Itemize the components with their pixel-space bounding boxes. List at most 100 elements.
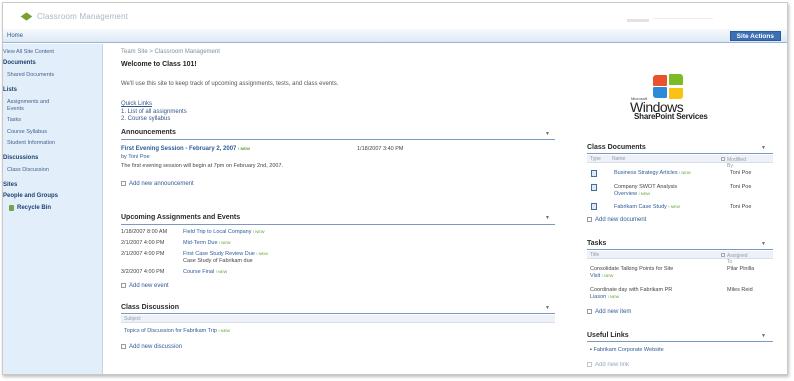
nav-heading-lists[interactable]: Lists <box>3 87 17 93</box>
site-title[interactable]: Classroom Management <box>37 12 128 21</box>
useful-link-item[interactable]: ▪ Fabrikam Corporate Website <box>590 347 664 353</box>
view-all-content-link[interactable]: View All Site Content <box>3 49 54 55</box>
document-name-text[interactable]: Company SWOT Analysis <box>614 184 677 190</box>
add-discussion-label[interactable]: Add new discussion <box>129 344 182 350</box>
event-title-text[interactable]: First Case Study Review Due <box>183 251 255 257</box>
new-badge: ! NEW <box>638 191 651 196</box>
event-title-text[interactable]: Field Trip to Local Company <box>183 229 251 235</box>
event-title-text[interactable]: Mid-Term Due <box>183 240 218 246</box>
word-document-icon[interactable] <box>591 170 597 177</box>
document-name-text[interactable]: Fabrikam Case Study <box>614 204 667 210</box>
sidebar-item-assignments[interactable]: Assignments and <box>7 99 49 105</box>
tab-home[interactable]: Home <box>7 33 23 39</box>
add-document-link[interactable]: Add new document <box>587 217 646 223</box>
sidebar-item-shared-documents[interactable]: Shared Documents <box>7 72 54 78</box>
add-document-label[interactable]: Add new document <box>595 217 646 223</box>
recycle-bin-link[interactable]: Recycle Bin <box>17 205 51 211</box>
nav-heading-discussions[interactable]: Discussions <box>3 155 38 161</box>
nav-heading-sites[interactable]: Sites <box>3 182 17 188</box>
task-title-line2[interactable]: Visit <box>590 273 600 279</box>
add-task-label[interactable]: Add new item <box>595 309 631 315</box>
column-header-modified-by[interactable]: Modified By <box>721 156 746 169</box>
tasks-menu-icon[interactable]: ▼ <box>761 241 766 247</box>
column-header-type[interactable]: Type <box>590 156 601 162</box>
breadcrumb[interactable]: Team Site > Classroom Management <box>121 49 220 55</box>
assigned-to-label[interactable]: Assigned To <box>727 253 748 265</box>
sharepoint-services-wordmark: SharePoint Services <box>634 112 708 121</box>
quick-links-title[interactable]: Quick Links <box>121 101 152 107</box>
top-bar: Classroom Management <box>3 3 787 29</box>
document-modified-by[interactable]: Toni Poe <box>730 184 751 190</box>
document-name[interactable]: Overview ! NEW <box>614 191 650 197</box>
announcement-body: The first evening session will begin at … <box>121 163 284 169</box>
useful-links-title[interactable]: Useful Links <box>587 332 629 339</box>
add-link-label[interactable]: Add new link <box>595 362 629 368</box>
document-name[interactable]: Business Strategy Articles ! NEW <box>614 170 691 176</box>
column-header-title[interactable]: Title <box>590 252 599 258</box>
event-title-text[interactable]: Course Final <box>183 269 214 275</box>
announcements-title[interactable]: Announcements <box>121 129 176 136</box>
word-document-icon[interactable] <box>591 184 597 191</box>
events-title[interactable]: Upcoming Assignments and Events <box>121 214 240 221</box>
column-header-assigned-to[interactable]: Assigned To <box>721 252 748 265</box>
add-announcement-label[interactable]: Add new announcement <box>129 181 194 187</box>
discussion-title[interactable]: Class Discussion <box>121 304 179 311</box>
task-title-text[interactable]: Coordinate day with Fabrikam PR <box>590 287 672 293</box>
quick-link-assignments[interactable]: 1. List of all assignments <box>121 109 187 115</box>
add-announcement-link[interactable]: Add new announcement <box>121 181 194 187</box>
event-title[interactable]: Course Final ! NEW <box>183 269 227 275</box>
column-header-name[interactable]: Name <box>612 156 625 162</box>
task-title[interactable]: Visit ! NEW <box>590 273 613 279</box>
document-name-line2[interactable]: Overview <box>614 191 637 197</box>
document-modified-by[interactable]: Toni Poe <box>730 204 751 210</box>
add-event-link[interactable]: Add new event <box>121 283 169 289</box>
event-title[interactable]: Field Trip to Local Company ! NEW <box>183 229 265 235</box>
sidebar-item-class-discussion[interactable]: Class Discussion <box>7 167 49 173</box>
task-title-text[interactable]: Consolidate Talking Points for Site <box>590 266 673 272</box>
add-event-label[interactable]: Add new event <box>129 283 169 289</box>
select-checkbox[interactable] <box>721 253 725 257</box>
new-badge: ! NEW <box>256 251 268 256</box>
nav-heading-people-groups[interactable]: People and Groups <box>3 193 58 199</box>
announcement-item-title[interactable]: First Evening Session - February 2, 2007… <box>121 146 250 152</box>
task-assigned-to[interactable]: Pilar Pinilla <box>727 266 754 272</box>
discussion-item-text[interactable]: Topics of Discussion for Fabrikam Trip <box>124 328 217 334</box>
useful-links-menu-icon[interactable]: ▼ <box>761 333 766 339</box>
events-menu-icon[interactable]: ▼ <box>545 215 550 221</box>
sidebar-item-course-syllabus[interactable]: Course Syllabus <box>7 129 47 135</box>
sidebar-item-student-information[interactable]: Student Information <box>7 140 55 146</box>
event-title[interactable]: First Case Study Review Due ! NEW <box>183 251 268 257</box>
add-link-link[interactable]: Add new link <box>587 362 629 368</box>
document-name-text[interactable]: Business Strategy Articles <box>614 170 678 176</box>
document-modified-by[interactable]: Toni Poe <box>730 170 751 176</box>
sidebar-item-tasks[interactable]: Tasks <box>7 117 21 123</box>
sidebar-item-assignments-line2[interactable]: Events <box>7 106 24 112</box>
announcements-menu-icon[interactable]: ▼ <box>545 131 550 137</box>
announcement-title-text[interactable]: First Evening Session - February 2, 2007 <box>121 146 236 152</box>
announcement-date: 1/18/2007 3:40 PM <box>357 146 404 152</box>
nav-heading-documents[interactable]: Documents <box>3 60 36 66</box>
select-checkbox[interactable] <box>721 157 725 161</box>
class-documents-title[interactable]: Class Documents <box>587 144 646 151</box>
useful-links-rule <box>587 341 773 342</box>
discussion-item[interactable]: Topics of Discussion for Fabrikam Trip !… <box>124 328 230 334</box>
event-title[interactable]: Mid-Term Due ! NEW <box>183 240 231 246</box>
add-task-link[interactable]: Add new item <box>587 309 631 315</box>
document-name[interactable]: Fabrikam Case Study ! NEW <box>614 204 680 210</box>
class-documents-menu-icon[interactable]: ▼ <box>761 145 766 151</box>
add-discussion-link[interactable]: Add new discussion <box>121 344 182 350</box>
modified-by-label[interactable]: Modified By <box>727 157 746 169</box>
task-assigned-to[interactable]: Miles Reid <box>727 287 753 293</box>
word-document-icon[interactable] <box>591 203 597 210</box>
useful-link-text[interactable]: Fabrikam Corporate Website <box>593 347 663 353</box>
site-actions-button[interactable]: Site Actions <box>729 31 781 41</box>
column-header-subject[interactable]: Subject <box>124 316 141 322</box>
tasks-title[interactable]: Tasks <box>587 240 606 247</box>
task-title-line2[interactable]: Liason <box>590 294 606 300</box>
quick-link-syllabus[interactable]: 2. Course syllabus <box>121 116 170 122</box>
search-input[interactable] <box>627 19 649 22</box>
task-title[interactable]: Liason ! NEW <box>590 294 619 300</box>
announcements-rule <box>121 139 555 140</box>
discussion-menu-icon[interactable]: ▼ <box>545 305 550 311</box>
announcement-author[interactable]: by Toni Poe <box>121 154 150 160</box>
